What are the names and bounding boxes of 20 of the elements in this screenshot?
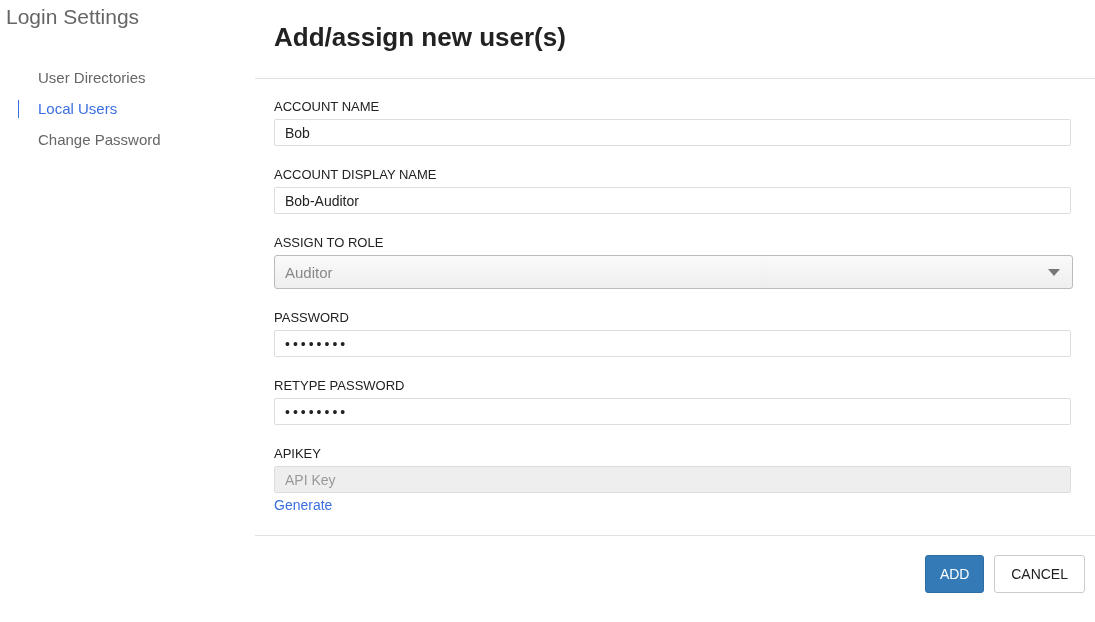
sidebar-item[interactable]: Change Password bbox=[0, 128, 161, 152]
field-label: ASSIGN TO ROLE bbox=[274, 235, 384, 251]
generate-link[interactable]: Generate bbox=[274, 497, 333, 513]
password-field[interactable]: •••••••• bbox=[274, 330, 1071, 357]
password-field[interactable]: •••••••• bbox=[274, 398, 1071, 425]
sidebar-item[interactable]: Local Users bbox=[0, 97, 118, 121]
role-dropdown[interactable]: Auditor bbox=[274, 255, 1073, 289]
caret-icon bbox=[1048, 268, 1060, 276]
dialog-title: Add/assign new user(s) bbox=[274, 22, 567, 54]
field-label: RETYPE PASSWORD bbox=[274, 378, 405, 394]
field-label: ACCOUNT NAME bbox=[274, 99, 380, 115]
text-field[interactable]: Bob-Auditor bbox=[274, 187, 1071, 214]
field-label: ACCOUNT DISPLAY NAME bbox=[274, 167, 437, 183]
add-button[interactable]: ADD bbox=[925, 555, 985, 593]
sidebar-item[interactable]: User Directories bbox=[0, 66, 146, 90]
cancel-button[interactable]: CANCEL bbox=[994, 555, 1085, 593]
text-field[interactable]: Bob bbox=[274, 119, 1071, 146]
field-label: APIKEY bbox=[274, 446, 321, 462]
sidebar-title: Login Settings bbox=[6, 5, 141, 29]
field-label: PASSWORD bbox=[274, 310, 349, 326]
